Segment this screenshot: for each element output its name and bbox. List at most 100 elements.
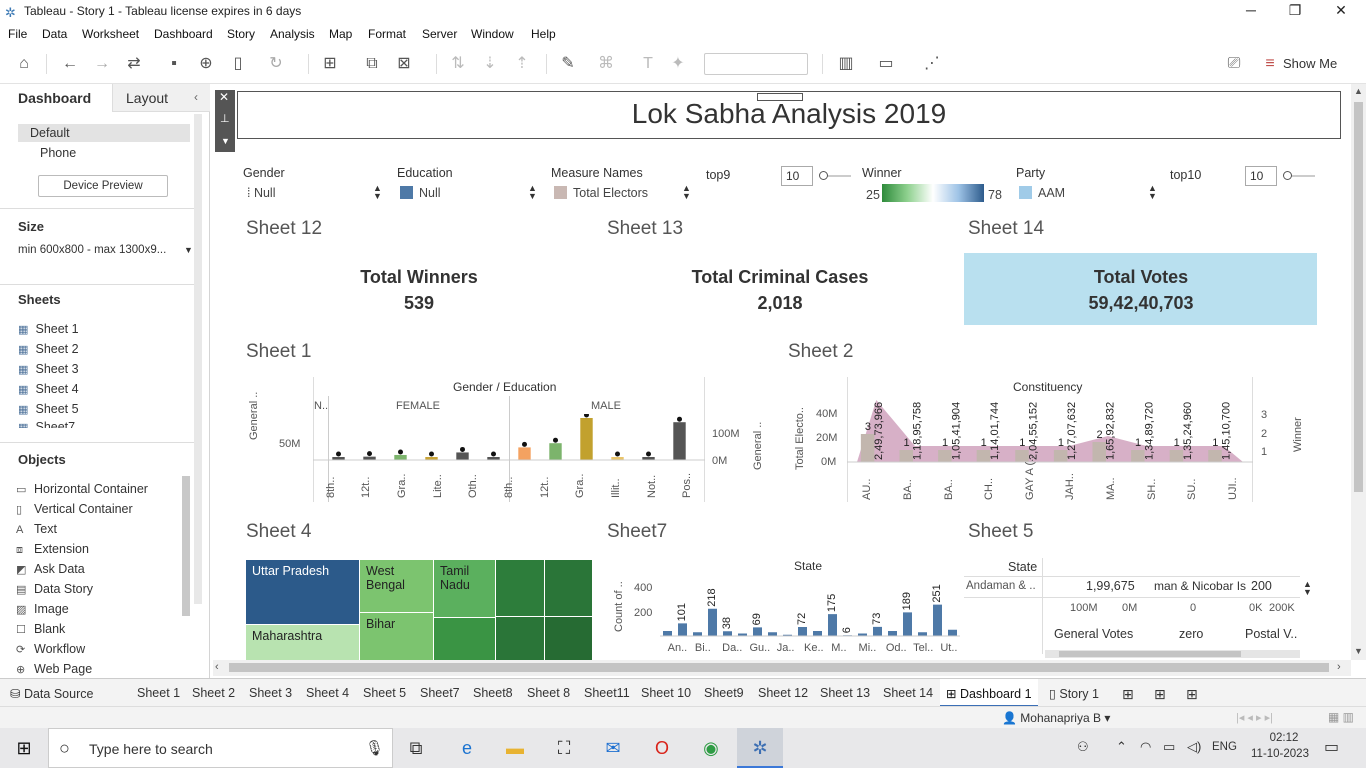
size-dropdown[interactable]: min 600x800 - max 1300x9... [18, 244, 166, 256]
treemap-cell[interactable]: West Bengal [360, 560, 433, 612]
tableau-taskbar-icon[interactable]: ✲ [748, 736, 772, 760]
sheet2-winner-label[interactable]: 1 [1135, 437, 1141, 449]
edge-icon[interactable]: e [455, 736, 479, 760]
sheet7-data-label[interactable]: 38 [721, 617, 733, 629]
sheet1-person-glyph[interactable] [491, 451, 496, 457]
language-indicator[interactable]: ENG [1212, 741, 1237, 753]
share-icon[interactable]: ⋰ [920, 52, 944, 76]
tab-story-1[interactable]: ▯ Story 1 [1049, 686, 1099, 701]
sheet2-winner-label[interactable]: 1 [1212, 437, 1218, 449]
save-icon[interactable]: ▪ [162, 52, 186, 76]
tab-sheet[interactable]: Sheet9 [704, 686, 744, 700]
size-dropdown-icon[interactable]: ▼ [184, 245, 193, 255]
redo-icon[interactable]: → [90, 52, 114, 76]
sheet7-bar[interactable] [948, 629, 957, 636]
format-painter-icon[interactable]: ⎚ [1222, 52, 1246, 76]
tab-sheet[interactable]: Sheet 3 [249, 686, 292, 700]
chrome-icon[interactable]: ◉ [699, 736, 723, 760]
menu-analysis[interactable]: Analysis [270, 27, 315, 41]
device-default[interactable]: Default [30, 126, 70, 140]
filter-measure-spinner[interactable]: ▲ ▼ [682, 184, 691, 201]
sheet2-data-label[interactable]: 1,45,10,700 [1220, 402, 1232, 460]
sheet7-bar[interactable] [888, 631, 897, 636]
tab-sheet[interactable]: Sheet 4 [306, 686, 349, 700]
sheet1-person-glyph[interactable] [553, 437, 558, 443]
sheet2-data-label[interactable]: 1,65,92,832 [1105, 402, 1117, 460]
object-ask-data[interactable]: ◩ Ask Data [16, 562, 85, 576]
canvas-vscrollbar[interactable]: ▲ ▼ [1351, 84, 1366, 660]
sheet2-data-label[interactable]: 2,04,55,152 [1027, 402, 1039, 460]
object-text[interactable]: A Text [16, 522, 57, 536]
sheet4-treemap[interactable]: Uttar Pradesh Maharashtra West Bengal Bi… [246, 560, 592, 660]
tab-dashboard[interactable]: Dashboard [18, 90, 91, 106]
sheet1-person-glyph[interactable] [615, 451, 620, 457]
sheet2-data-label[interactable]: 1,14,01,744 [989, 402, 1001, 460]
tab-sheet[interactable]: Sheet8 [473, 686, 513, 700]
sheet1-bar[interactable] [394, 454, 407, 460]
tab-sheet[interactable]: Sheet7 [420, 686, 460, 700]
sheet7-bar[interactable] [918, 632, 927, 636]
leftpane-scrollbar[interactable] [194, 114, 202, 604]
sheet7-data-label[interactable]: 175 [826, 594, 838, 612]
sheet7-bar[interactable] [753, 627, 762, 636]
sheet7-bar[interactable] [903, 612, 912, 636]
sheet2-plot[interactable]: 3 2,49,73,966 1 1,18,95,758 1 1,05,41,904 1 1,1… [847, 394, 1253, 472]
menu-file[interactable]: File [8, 27, 27, 41]
sheet-item[interactable]: ▦ Sheet 2 [18, 342, 79, 356]
home-icon[interactable]: ⌂ [12, 52, 36, 76]
sheet1-bar[interactable] [580, 418, 593, 460]
store-icon[interactable]: ⛶ [552, 736, 576, 760]
sort-asc-icon[interactable]: ⇣ [478, 52, 502, 76]
object-workflow[interactable]: ⟳ Workflow [16, 642, 85, 656]
filter-gender-value[interactable]: ⁞ Null [247, 186, 276, 200]
scroll-up-icon[interactable]: ▲ [1354, 86, 1363, 96]
object-image[interactable]: ▨ Image [16, 602, 69, 616]
sheet1-person-glyph[interactable] [336, 451, 341, 457]
menu-story[interactable]: Story [227, 27, 255, 41]
sheet2-data-label[interactable]: 1,27,07,632 [1066, 402, 1078, 460]
menu-worksheet[interactable]: Worksheet [82, 27, 139, 41]
menu-help[interactable]: Help [531, 27, 556, 41]
mail-icon[interactable]: ✉ [601, 736, 625, 760]
replace-data-icon[interactable]: ⇄ [122, 52, 146, 76]
tab-sheet[interactable]: Sheet 2 [192, 686, 235, 700]
cards-icon[interactable]: ▥ [834, 52, 858, 76]
object-blank[interactable]: ☐ Blank [16, 622, 65, 636]
sheet7-bar[interactable] [813, 631, 822, 636]
menu-map[interactable]: Map [329, 27, 352, 41]
people-icon[interactable]: ⚇ [1077, 739, 1089, 755]
sheet7-bar[interactable] [663, 631, 672, 636]
sheet2-data-label[interactable]: 1,05,41,904 [950, 402, 962, 460]
tab-sheet[interactable]: Sheet 12 [758, 686, 808, 700]
sheet2-data-label[interactable]: 1,35,24,960 [1182, 402, 1194, 460]
sheet5-row-state[interactable]: Andaman & .. [966, 580, 1036, 592]
grid-view-icon[interactable]: ▦ ▥ [1328, 710, 1354, 724]
object-web-page[interactable]: ⊕ Web Page [16, 662, 92, 676]
clock-time[interactable]: 02:12 [1264, 732, 1304, 744]
sheet5-hscrollbar[interactable] [1045, 650, 1300, 658]
treemap-cell-unlabeled[interactable] [545, 560, 592, 616]
menu-dashboard[interactable]: Dashboard [154, 27, 213, 41]
tab-dashboard-1[interactable]: ⊞ Dashboard 1 [946, 686, 1032, 701]
collapse-chevron-icon[interactable]: ‹ [194, 90, 198, 104]
treemap-cell-unlabeled[interactable] [496, 617, 544, 660]
sheet2-winner-label[interactable]: 1 [1058, 437, 1064, 449]
treemap-cell-unlabeled[interactable] [434, 618, 495, 660]
sheet7-bar[interactable] [798, 627, 807, 636]
user-menu[interactable]: 👤 Mohanapriya B ▾ [1002, 711, 1110, 725]
sheet2-data-label[interactable]: 2,49,73,966 [873, 402, 885, 460]
filter-education-spinner[interactable]: ▲ ▼ [528, 184, 537, 201]
device-preview-button[interactable]: Device Preview [38, 175, 168, 197]
sheet1-person-glyph[interactable] [646, 451, 651, 457]
sheet1-bar[interactable] [549, 443, 562, 460]
object-vertical-container[interactable]: ▯ Vertical Container [16, 502, 133, 516]
sheet1-person-glyph[interactable] [522, 441, 527, 447]
param-top9-handle[interactable] [819, 171, 828, 180]
show-me-button[interactable]: Show Me [1283, 56, 1337, 71]
filter-measure-value[interactable]: Total Electors [573, 186, 648, 200]
sheet7-data-label[interactable]: 218 [706, 588, 718, 606]
scroll-right-icon[interactable]: › [1337, 661, 1341, 673]
microphone-icon[interactable]: 🎙 [365, 739, 384, 757]
sheet2-winner-label[interactable]: 1 [981, 437, 987, 449]
highlight-icon[interactable]: ✎ [556, 52, 580, 76]
